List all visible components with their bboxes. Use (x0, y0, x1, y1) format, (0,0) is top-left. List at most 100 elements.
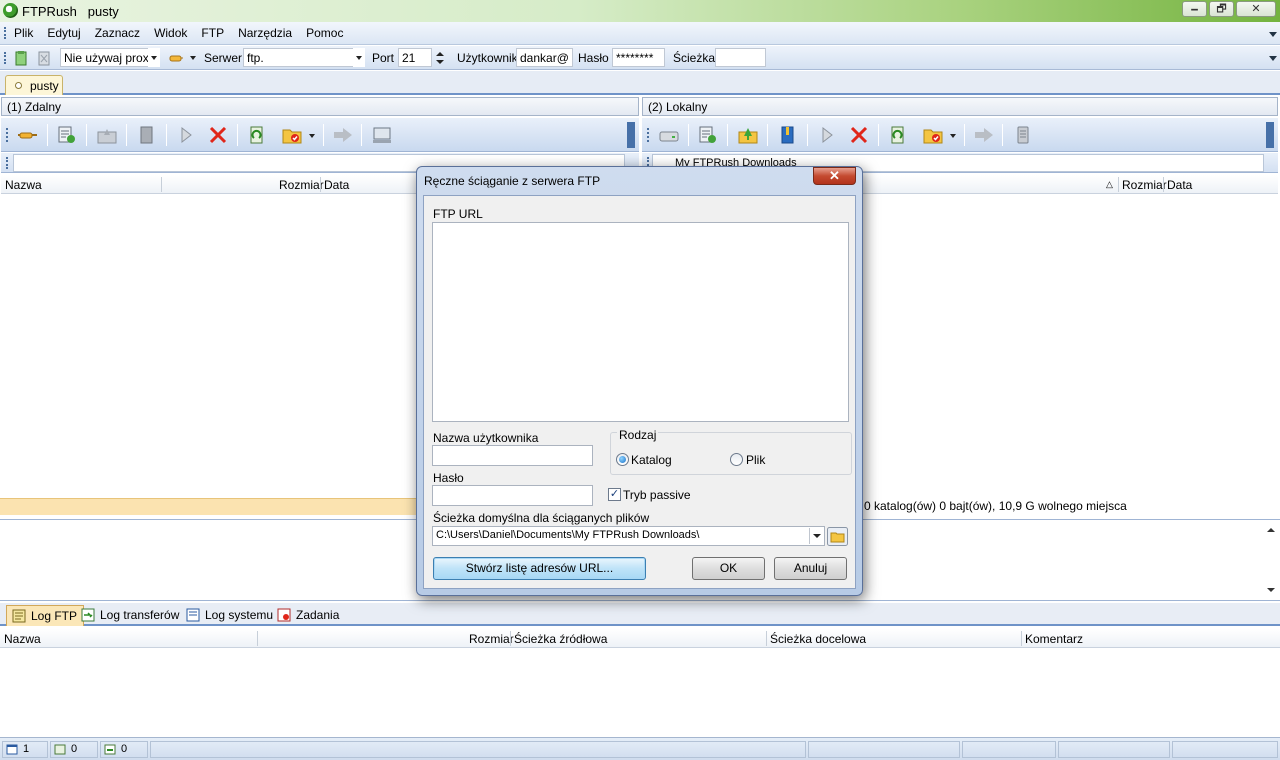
session-tab-pusty[interactable]: pusty (5, 75, 63, 95)
radio-katalog[interactable] (616, 453, 629, 466)
toolbar-grip[interactable] (6, 128, 8, 142)
connect-plug-icon[interactable] (17, 125, 39, 145)
username-input[interactable] (432, 445, 593, 466)
tab-label: Log systemu (205, 608, 274, 622)
proxy-dropdown-arrow[interactable] (148, 48, 160, 67)
menu-edytuj[interactable]: Edytuj (47, 26, 80, 40)
toolbar-grip[interactable] (4, 27, 6, 39)
passive-mode-checkbox[interactable]: ✓ (608, 488, 621, 501)
port-spinner[interactable] (434, 49, 446, 67)
status-cell (808, 741, 960, 758)
terminal-icon[interactable] (371, 125, 393, 145)
remote-list-refresh-icon[interactable] (56, 125, 78, 145)
dialog-close-button[interactable]: ✕ (813, 167, 856, 185)
sort-ascending-icon: △ (1106, 179, 1113, 189)
port-input[interactable]: 21 (398, 48, 432, 67)
download-path-dropdown[interactable] (809, 528, 823, 544)
close-button[interactable]: ✕ (1236, 1, 1276, 17)
queue-col-source[interactable]: Ścieżka źródłowa (514, 632, 607, 646)
queue-col-destination[interactable]: Ścieżka docelowa (770, 632, 866, 646)
minimize-button[interactable]: 🗕 (1182, 1, 1207, 17)
tab-label: Zadania (296, 608, 340, 622)
local-list-refresh-icon[interactable] (697, 125, 719, 145)
server-input[interactable]: ftp. (243, 48, 355, 67)
tab-tasks[interactable]: Zadania (272, 605, 345, 626)
log-scrollbar[interactable] (1265, 522, 1277, 596)
maximize-button[interactable]: 🗗 (1209, 1, 1234, 17)
disconnect-icon[interactable] (36, 50, 52, 66)
folder-check-icon[interactable] (281, 125, 303, 145)
status-queue: 0 (50, 741, 98, 758)
tab-log-transfers[interactable]: Log transferów (76, 605, 185, 626)
archive-icon[interactable] (1012, 125, 1034, 145)
remote-toolbar-chevron[interactable] (627, 122, 635, 148)
menubar-chevron-icon[interactable] (1269, 32, 1277, 40)
toolbar-grip[interactable] (4, 52, 6, 64)
dialog-body: FTP URL Nazwa użytkownika Hasło Rodzaj K… (423, 195, 856, 589)
proxy-select[interactable]: Nie używaj proxy (60, 48, 150, 67)
folder-dropdown-arrow[interactable] (948, 125, 958, 145)
toolbar-grip[interactable] (647, 128, 649, 142)
menu-ftp[interactable]: FTP (201, 26, 224, 40)
radio-plik[interactable] (730, 453, 743, 466)
queue-col-size[interactable]: Rozmiar (469, 632, 514, 646)
quick-connect-dropdown-arrow[interactable] (187, 48, 199, 67)
user-input[interactable]: dankar@ (516, 48, 573, 67)
bookmark-icon[interactable] (777, 125, 799, 145)
ftp-url-label: FTP URL (433, 207, 483, 221)
transfer-arrow-icon[interactable] (973, 125, 995, 145)
title-bar: FTPRush pusty 🗕 🗗 ✕ (0, 0, 1280, 22)
queue-col-comment[interactable]: Komentarz (1025, 632, 1083, 646)
folder-check-icon[interactable] (922, 125, 944, 145)
refresh-icon[interactable] (887, 125, 909, 145)
queue-col-name[interactable]: Nazwa (4, 632, 41, 646)
log-transfers-icon (81, 608, 95, 622)
refresh-icon[interactable] (246, 125, 268, 145)
local-col-date[interactable]: Data (1167, 178, 1192, 192)
connect-icon[interactable] (13, 50, 29, 66)
menu-plik[interactable]: Plik (14, 26, 33, 40)
session-tab-label: pusty (30, 79, 59, 93)
tab-log-system[interactable]: Log systemu (181, 605, 279, 626)
cancel-button[interactable]: Anuluj (774, 557, 847, 580)
tab-log-ftp[interactable]: Log FTP (6, 605, 85, 626)
server-dropdown-arrow[interactable] (353, 48, 365, 67)
menu-widok[interactable]: Widok (154, 26, 187, 40)
drive-icon[interactable] (658, 125, 680, 145)
local-toolbar (642, 118, 1278, 152)
remote-col-size[interactable]: Rozmiar (279, 178, 324, 192)
parent-folder-up-icon[interactable] (737, 125, 759, 145)
session-status-icon (15, 82, 22, 89)
ftp-url-textarea[interactable] (432, 222, 849, 422)
stop-icon[interactable] (848, 125, 870, 145)
toolbar-grip[interactable] (6, 157, 8, 169)
menu-zaznacz[interactable]: Zaznacz (95, 26, 140, 40)
local-toolbar-chevron[interactable] (1266, 122, 1274, 148)
local-col-size[interactable]: Rozmiar (1122, 178, 1167, 192)
browse-folder-icon[interactable] (827, 527, 848, 546)
download-path-input[interactable]: C:\Users\Daniel\Documents\My FTPRush Dow… (432, 526, 825, 546)
remote-col-date[interactable]: Data (324, 178, 349, 192)
create-url-list-button[interactable]: Stwórz listę adresów URL... (433, 557, 646, 580)
play-icon[interactable] (175, 125, 197, 145)
connbar-chevron-icon[interactable] (1269, 56, 1277, 61)
transfer-arrow-icon[interactable] (332, 125, 354, 145)
stop-icon[interactable] (207, 125, 229, 145)
bookmark-icon[interactable] (136, 125, 158, 145)
password-input[interactable]: ******** (612, 48, 665, 67)
parent-folder-icon[interactable] (96, 125, 118, 145)
manual-download-dialog: Ręczne ściąganie z serwera FTP ✕ FTP URL… (416, 166, 863, 596)
play-icon[interactable] (816, 125, 838, 145)
passive-mode-label[interactable]: Tryb passive (623, 488, 691, 502)
folder-dropdown-arrow[interactable] (307, 125, 317, 145)
menu-narzedzia[interactable]: Narzędzia (238, 26, 292, 40)
radio-plik-label[interactable]: Plik (746, 453, 765, 467)
menu-pomoc[interactable]: Pomoc (306, 26, 343, 40)
ok-button[interactable]: OK (692, 557, 765, 580)
radio-katalog-label[interactable]: Katalog (631, 453, 672, 467)
path-input[interactable] (715, 48, 766, 67)
quick-connect-icon[interactable] (168, 50, 184, 66)
password-input[interactable] (432, 485, 593, 506)
status-cell (962, 741, 1056, 758)
remote-col-name[interactable]: Nazwa (5, 178, 42, 192)
